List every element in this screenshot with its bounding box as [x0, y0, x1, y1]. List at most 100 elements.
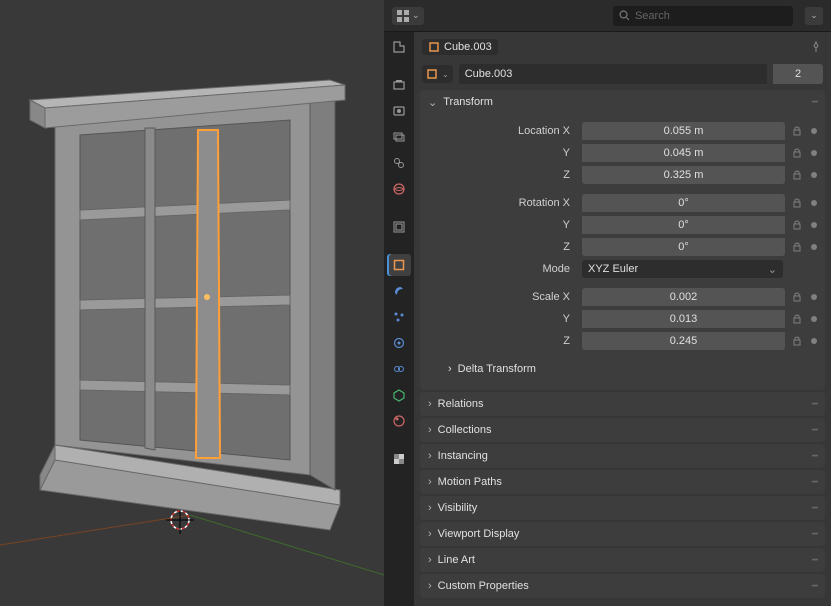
panel-options-icon[interactable]: ┅	[812, 503, 819, 514]
breadcrumb: Cube.003	[414, 32, 831, 62]
tab-object[interactable]	[387, 254, 411, 276]
panel-options-icon[interactable]: ┅	[812, 425, 819, 436]
keyframe-dot[interactable]	[811, 128, 817, 134]
object-name-field[interactable]: Cube.003	[459, 64, 767, 84]
lock-icon[interactable]	[789, 333, 805, 349]
viewport-3d[interactable]	[0, 0, 384, 606]
disclosure-right-icon: ›	[428, 450, 432, 462]
disclosure-right-icon: ›	[428, 580, 432, 592]
lock-icon[interactable]	[789, 145, 805, 161]
tab-render[interactable]	[387, 74, 411, 96]
panel-relations: ›Relations┅	[420, 392, 825, 416]
chevron-down-icon: ⌄	[442, 70, 449, 79]
label-rotation-x: Rotation X	[428, 197, 578, 209]
data-link-button[interactable]: ⌄	[422, 65, 453, 83]
scale-y-field[interactable]: 0.013	[582, 310, 785, 328]
mesh-icon	[426, 68, 438, 80]
lock-icon[interactable]	[789, 311, 805, 327]
label-scale-z: Z	[428, 335, 578, 347]
keyframe-dot[interactable]	[811, 338, 817, 344]
disclosure-right-icon: ›	[428, 502, 432, 514]
disclosure-right-icon: ›	[428, 424, 432, 436]
properties-icon	[396, 9, 410, 23]
tab-world[interactable]	[387, 178, 411, 200]
lock-icon[interactable]	[789, 123, 805, 139]
users-count[interactable]: 2	[773, 64, 823, 84]
tab-collection[interactable]	[387, 216, 411, 238]
panel-line-art: ›Line Art┅	[420, 548, 825, 572]
keyframe-dot[interactable]	[811, 172, 817, 178]
panel-custom-properties: ›Custom Properties┅	[420, 574, 825, 598]
pin-icon[interactable]	[809, 40, 823, 54]
options-dropdown[interactable]: ⌄	[805, 7, 823, 25]
tab-texture[interactable]	[387, 448, 411, 470]
keyframe-dot[interactable]	[811, 316, 817, 322]
lock-icon[interactable]	[789, 195, 805, 211]
lock-icon[interactable]	[789, 239, 805, 255]
rotation-z-field[interactable]: 0°	[582, 238, 785, 256]
label-rotation-y: Y	[428, 219, 578, 231]
subpanel-delta-transform[interactable]: › Delta Transform	[428, 358, 817, 380]
rotation-y-field[interactable]: 0°	[582, 216, 785, 234]
panel-options-icon[interactable]: ┅	[812, 477, 819, 488]
disclosure-right-icon: ›	[428, 554, 432, 566]
tab-constraints[interactable]	[387, 358, 411, 380]
panel-options-icon[interactable]: ┅	[812, 451, 819, 462]
label-scale-x: Scale X	[428, 291, 578, 303]
tab-view-layer[interactable]	[387, 126, 411, 148]
disclosure-right-icon: ›	[428, 398, 432, 410]
panel-header-transform[interactable]: ⌄ Transform ┅	[420, 90, 825, 114]
panel-options-icon[interactable]: ┅	[812, 97, 819, 108]
tab-physics[interactable]	[387, 332, 411, 354]
disclosure-right-icon: ›	[428, 528, 432, 540]
properties-header: ⌄ ⌄	[384, 0, 831, 32]
editor-type-selector[interactable]: ⌄	[392, 7, 424, 25]
tab-modifiers[interactable]	[387, 280, 411, 302]
keyframe-dot[interactable]	[811, 200, 817, 206]
rotation-mode-select[interactable]: XYZ Euler	[582, 260, 783, 278]
panel-transform: ⌄ Transform ┅ Location X 0.055 m	[420, 90, 825, 390]
lock-icon[interactable]	[789, 167, 805, 183]
data-name-row: ⌄ Cube.003 2	[414, 62, 831, 90]
scale-x-field[interactable]: 0.002	[582, 288, 785, 306]
tab-data[interactable]	[387, 384, 411, 406]
location-z-field[interactable]: 0.325 m	[582, 166, 785, 184]
disclosure-down-icon: ⌄	[428, 96, 437, 109]
disclosure-right-icon: ›	[428, 476, 432, 488]
properties-region: Cube.003 ⌄ Cube.003 2 ⌄ Transform	[414, 32, 831, 606]
keyframe-dot[interactable]	[811, 222, 817, 228]
label-location-y: Y	[428, 147, 578, 159]
panel-options-icon[interactable]: ┅	[812, 581, 819, 592]
panel-instancing: ›Instancing┅	[420, 444, 825, 468]
panel-options-icon[interactable]: ┅	[812, 555, 819, 566]
tab-scene[interactable]	[387, 152, 411, 174]
tab-material[interactable]	[387, 410, 411, 432]
keyframe-dot[interactable]	[811, 150, 817, 156]
tab-particles[interactable]	[387, 306, 411, 328]
rotation-x-field[interactable]: 0°	[582, 194, 785, 212]
label-rotation-z: Z	[428, 241, 578, 253]
panel-options-icon[interactable]: ┅	[812, 399, 819, 410]
lock-icon[interactable]	[789, 289, 805, 305]
panel-collections: ›Collections┅	[420, 418, 825, 442]
location-y-field[interactable]: 0.045 m	[582, 144, 785, 162]
chevron-down-icon: ⌄	[412, 10, 420, 21]
search-input[interactable]	[613, 6, 793, 26]
tab-output[interactable]	[387, 100, 411, 122]
panel-viewport-display: ›Viewport Display┅	[420, 522, 825, 546]
chevron-down-icon: ⌄	[810, 10, 818, 21]
keyframe-dot[interactable]	[811, 244, 817, 250]
panel-visibility: ›Visibility┅	[420, 496, 825, 520]
label-location-z: Z	[428, 169, 578, 181]
disclosure-right-icon: ›	[448, 363, 452, 375]
object-name-label: Cube.003	[444, 41, 492, 53]
panel-motion-paths: ›Motion Paths┅	[420, 470, 825, 494]
tab-tool[interactable]	[387, 36, 411, 58]
label-rotation-mode: Mode	[428, 263, 578, 275]
location-x-field[interactable]: 0.055 m	[582, 122, 785, 140]
panel-options-icon[interactable]: ┅	[812, 529, 819, 540]
keyframe-dot[interactable]	[811, 294, 817, 300]
scale-z-field[interactable]: 0.245	[582, 332, 785, 350]
lock-icon[interactable]	[789, 217, 805, 233]
object-datablock[interactable]: Cube.003	[422, 39, 498, 55]
